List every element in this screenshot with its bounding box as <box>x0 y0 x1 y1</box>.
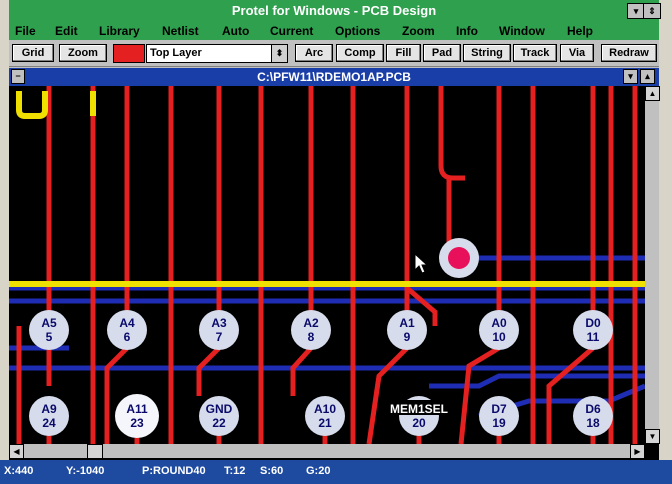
layer-select-value: Top Layer <box>150 47 202 59</box>
document-maximize-icon[interactable]: ▴ <box>640 69 655 84</box>
pad-name: A2 <box>303 316 319 330</box>
pad-number: 9 <box>404 330 411 344</box>
menu-help[interactable]: Help <box>567 24 593 38</box>
pad-a9: A9 24 <box>29 396 69 436</box>
status-x-coordinate: X:440 <box>4 465 34 477</box>
menu-zoom[interactable]: Zoom <box>402 24 435 38</box>
pad-a3: A3 7 <box>199 310 239 350</box>
pad-name: A0 <box>491 316 507 330</box>
title-bar[interactable]: Protel for Windows - PCB Design ▾ ⇕ <box>9 0 661 22</box>
app-window: Protel for Windows - PCB Design ▾ ⇕ File… <box>9 0 661 460</box>
pad-name: A3 <box>211 316 227 330</box>
pad-name: A9 <box>41 402 57 416</box>
pad-number: 8 <box>308 330 315 344</box>
pad-a2: A2 8 <box>291 310 331 350</box>
pad-number: 20 <box>412 416 426 430</box>
pad-number: 22 <box>212 416 226 430</box>
scroll-up-icon[interactable]: ▲ <box>645 86 660 101</box>
pad-name: D6 <box>585 402 601 416</box>
pad-number: 18 <box>586 416 600 430</box>
pad-name: A10 <box>314 402 336 416</box>
pad-name: GND <box>206 402 233 416</box>
menu-auto[interactable]: Auto <box>222 24 249 38</box>
pad-a0: A0 10 <box>479 310 519 350</box>
pcb-canvas[interactable]: A5 5 A4 6 A3 7 A2 8 A1 9 A0 10 D0 11 A9 … <box>9 86 645 444</box>
app-title: Protel for Windows - PCB Design <box>231 3 437 18</box>
pad-d6: D6 18 <box>573 396 613 436</box>
pad-number: 24 <box>42 416 56 430</box>
pad-name: A11 <box>126 402 148 416</box>
pad-number: 11 <box>587 330 600 344</box>
pad-name: D0 <box>585 316 601 330</box>
menu-current[interactable]: Current <box>270 24 313 38</box>
grid-button[interactable]: Grid <box>12 44 54 62</box>
pad-mem1sel: MEM1SEL 20 <box>381 396 457 436</box>
pad-button[interactable]: Pad <box>423 44 461 62</box>
mouse-pointer-icon <box>414 252 429 274</box>
horizontal-scrollbar[interactable]: ◀ ▶ <box>9 444 645 459</box>
menu-options[interactable]: Options <box>335 24 380 38</box>
pad-number: 19 <box>492 416 506 430</box>
status-track-width: T:12 <box>224 465 246 477</box>
track-button[interactable]: Track <box>513 44 557 62</box>
layer-select[interactable]: Top Layer ⬍ <box>146 44 288 63</box>
pad-d7: D7 19 <box>479 396 519 436</box>
pad-number: 10 <box>492 330 506 344</box>
comp-button[interactable]: Comp <box>336 44 384 62</box>
menu-window[interactable]: Window <box>499 24 545 38</box>
dropdown-arrow-icon[interactable]: ⬍ <box>271 45 287 62</box>
pcb-document-window: − C:\PFW11\RDEMO1AP.PCB ▾ ▴ A5 5 A4 6 A3… <box>9 68 660 460</box>
top-layer-tracks <box>16 86 638 444</box>
pad-a11: A11 23 <box>115 394 159 438</box>
document-title: C:\PFW11\RDEMO1AP.PCB <box>257 70 411 84</box>
pad-name: A4 <box>119 316 135 330</box>
pad-row-1: A5 5 A4 6 A3 7 A2 8 A1 9 A0 10 D0 11 <box>29 310 613 350</box>
document-minimize-icon[interactable]: ▾ <box>623 69 638 84</box>
pad-number: 23 <box>130 416 144 430</box>
pad-number: 6 <box>124 330 131 344</box>
pad-gnd: GND 22 <box>199 396 239 436</box>
pad-d0: D0 11 <box>573 310 613 350</box>
status-snap: S:60 <box>260 465 284 477</box>
pcb-drawing: A5 5 A4 6 A3 7 A2 8 A1 9 A0 10 D0 11 A9 … <box>9 86 645 444</box>
yellow-tracks <box>9 91 645 287</box>
menu-edit[interactable]: Edit <box>55 24 78 38</box>
status-pad-shape: P:ROUND40 <box>142 465 206 477</box>
pad-a10: A10 21 <box>305 396 345 436</box>
menu-netlist[interactable]: Netlist <box>162 24 199 38</box>
scroll-down-icon[interactable]: ▼ <box>645 429 660 444</box>
status-y-coordinate: Y:-1040 <box>66 465 105 477</box>
menu-bar: File Edit Library Netlist Auto Current O… <box>9 22 659 40</box>
pad-a5: A5 5 <box>29 310 69 350</box>
pad-number: 5 <box>46 330 53 344</box>
pad-number: 7 <box>216 330 223 344</box>
via-button[interactable]: Via <box>560 44 594 62</box>
arc-button[interactable]: Arc <box>295 44 333 62</box>
menu-library[interactable]: Library <box>99 24 140 38</box>
menu-file[interactable]: File <box>15 24 36 38</box>
scroll-thumb[interactable] <box>87 444 103 459</box>
fill-button[interactable]: Fill <box>386 44 421 62</box>
document-title-bar[interactable]: − C:\PFW11\RDEMO1AP.PCB ▾ ▴ <box>9 68 659 86</box>
status-grid: G:20 <box>306 465 331 477</box>
pad-number: 21 <box>318 416 332 430</box>
redraw-button[interactable]: Redraw <box>601 44 657 62</box>
vertical-scrollbar[interactable]: ▲ ▼ <box>645 86 660 444</box>
scroll-left-icon[interactable]: ◀ <box>9 444 24 459</box>
layer-color-swatch <box>113 44 145 63</box>
toolbar: Grid Zoom Top Layer ⬍ Arc Comp Fill Pad … <box>9 40 659 67</box>
pad-a1: A1 9 <box>387 310 427 350</box>
string-button[interactable]: String <box>463 44 511 62</box>
status-bar: X:440 Y:-1040 P:ROUND40 T:12 S:60 G:20 <box>0 460 672 484</box>
pad-name: D7 <box>491 402 507 416</box>
pad-name: A1 <box>399 316 415 330</box>
pad-name: MEM1SEL <box>390 402 448 416</box>
maximize-icon[interactable]: ⇕ <box>643 3 661 19</box>
pad-name: A5 <box>41 316 57 330</box>
zoom-button[interactable]: Zoom <box>59 44 107 62</box>
pad-a4: A4 6 <box>107 310 147 350</box>
scroll-right-icon[interactable]: ▶ <box>630 444 645 459</box>
menu-info[interactable]: Info <box>456 24 478 38</box>
